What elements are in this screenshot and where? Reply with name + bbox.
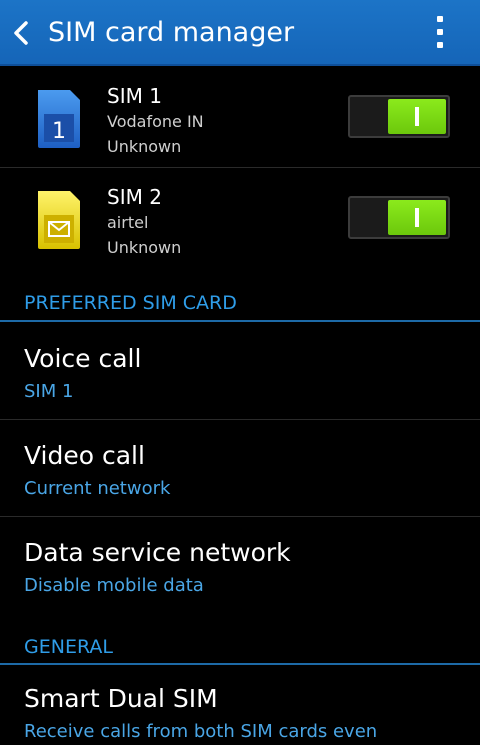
sim-card-blue-icon: 1 (38, 90, 80, 148)
action-bar: SIM card manager (0, 0, 480, 66)
sim-1-row[interactable]: 1 SIM 1 Vodafone IN Unknown (0, 68, 480, 168)
setting-title: Video call (24, 441, 145, 470)
more-vertical-icon (437, 16, 443, 22)
voice-call-setting[interactable]: Voice call SIM 1 (0, 324, 480, 420)
toggle-thumb (388, 200, 446, 235)
more-options-button[interactable] (420, 8, 460, 58)
sim-2-toggle[interactable] (348, 196, 450, 239)
setting-title: Voice call (24, 344, 142, 373)
data-service-network-setting[interactable]: Data service network Disable mobile data (0, 518, 480, 614)
page-title: SIM card manager (48, 17, 295, 48)
section-header-preferred-sim: PREFERRED SIM CARD (24, 292, 237, 314)
video-call-setting[interactable]: Video call Current network (0, 421, 480, 517)
sim-card-yellow-envelope-icon (38, 191, 80, 249)
sim-name: SIM 1 (107, 84, 162, 108)
chevron-left-icon (14, 21, 28, 45)
sim-name: SIM 2 (107, 185, 162, 209)
svg-text:1: 1 (52, 119, 66, 144)
setting-value: Receive calls from both SIM cards even (24, 721, 378, 742)
sim-carrier: Vodafone IN (107, 112, 204, 131)
setting-value: Current network (24, 478, 171, 499)
sim-1-toggle[interactable] (348, 95, 450, 138)
setting-value: SIM 1 (24, 381, 74, 402)
toggle-thumb (388, 99, 446, 134)
sim-carrier: airtel (107, 213, 149, 232)
section-header-general: GENERAL (24, 636, 113, 658)
sim-2-row[interactable]: SIM 2 airtel Unknown (0, 169, 480, 269)
setting-title: Data service network (24, 538, 291, 567)
section-divider (0, 320, 480, 322)
setting-title: Smart Dual SIM (24, 684, 218, 713)
sim-status: Unknown (107, 137, 182, 156)
back-button[interactable] (0, 0, 44, 66)
smart-dual-sim-setting[interactable]: Smart Dual SIM Receive calls from both S… (0, 664, 480, 745)
setting-value: Disable mobile data (24, 575, 204, 596)
sim-status: Unknown (107, 238, 182, 257)
